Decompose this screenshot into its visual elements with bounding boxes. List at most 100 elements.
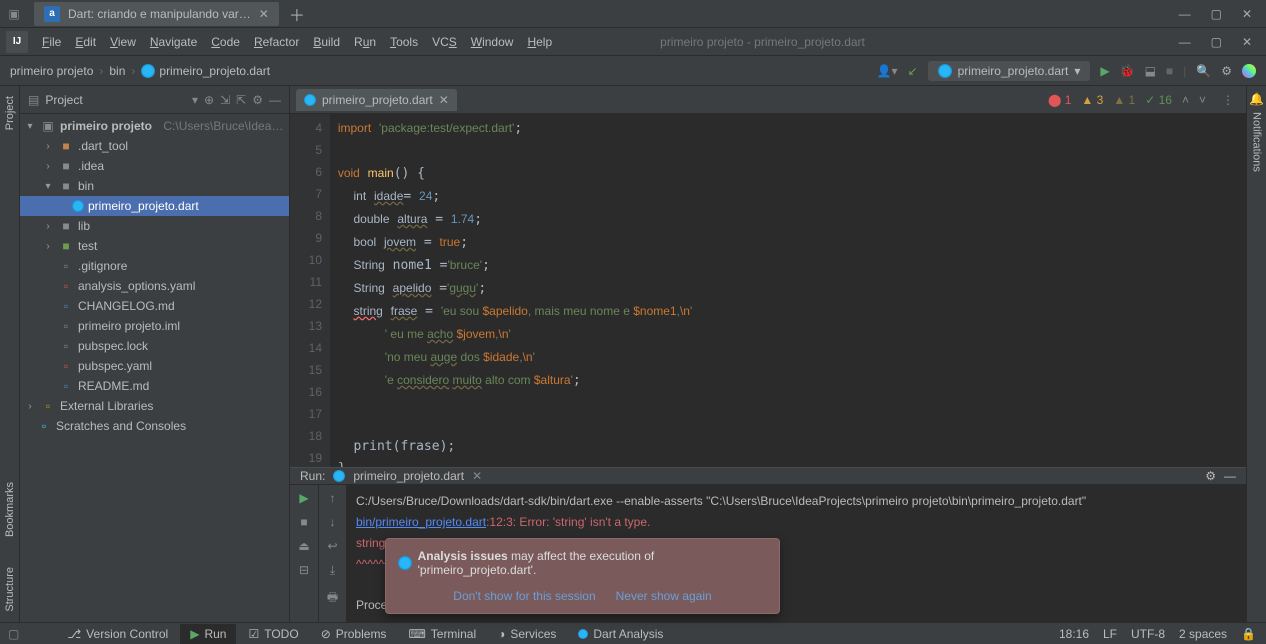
tree-item[interactable]: lib — [78, 219, 90, 233]
encoding[interactable]: UTF-8 — [1131, 627, 1165, 641]
editor-tab[interactable]: primeiro_projeto.dart ✕ — [296, 89, 457, 111]
notifications-bell-icon[interactable]: 🔔 — [1249, 92, 1264, 106]
debug-button[interactable]: 🐞 — [1120, 64, 1135, 78]
sb-tab-services[interactable]: ◑Services — [488, 624, 566, 644]
up-icon[interactable]: ↑ — [330, 491, 336, 505]
tree-item[interactable]: analysis_options.yaml — [78, 279, 195, 293]
inspection-widget[interactable]: ⬤ 1 ▲ 3 ▲ 1 ✓ 16 ˄˅ — [1048, 93, 1216, 107]
stop-icon[interactable]: ■ — [300, 515, 307, 529]
tree-item[interactable]: pubspec.yaml — [78, 359, 152, 373]
marketplace-icon[interactable] — [1242, 64, 1256, 78]
menu-window[interactable]: Window — [465, 31, 520, 53]
browser-tab[interactable]: a Dart: criando e manipulando var… ✕ — [34, 2, 279, 26]
coverage-button[interactable]: ⬓ — [1145, 64, 1156, 78]
exit-icon[interactable]: ⏏ — [298, 539, 309, 553]
scroll-icon[interactable]: ⤓ — [330, 563, 335, 578]
tree-item[interactable]: README.md — [78, 379, 149, 393]
close-tab-icon[interactable]: ✕ — [439, 93, 449, 107]
editor-menu-icon[interactable]: ⋮ — [1216, 93, 1240, 107]
indent[interactable]: 2 spaces — [1179, 627, 1227, 641]
vcs-update-icon[interactable]: ↙ — [908, 64, 918, 78]
file-icon: ▫ — [58, 339, 74, 353]
ide-maximize-icon[interactable]: ▢ — [1211, 35, 1222, 49]
restore-tabs-icon[interactable]: ▣ — [6, 6, 22, 22]
tree-item[interactable]: Scratches and Consoles — [56, 419, 186, 433]
code-editor[interactable]: 45678910111213141516171819 import 'packa… — [290, 114, 1246, 467]
menu-build[interactable]: Build — [307, 31, 346, 53]
expand-all-icon[interactable]: ⇲ — [220, 93, 230, 107]
run-config-select[interactable]: primeiro_projeto.dart ▾ — [928, 61, 1091, 81]
sb-tab-terminal[interactable]: ⌨Terminal — [398, 624, 486, 644]
cursor-pos[interactable]: 18:16 — [1059, 627, 1089, 641]
tree-item[interactable]: pubspec.lock — [78, 339, 148, 353]
tree-item[interactable]: .idea — [78, 159, 104, 173]
stop-button[interactable]: ■ — [1166, 64, 1173, 78]
close-run-tab-icon[interactable]: ✕ — [472, 469, 482, 483]
structure-tool-tab[interactable]: Structure — [4, 567, 16, 612]
project-tree[interactable]: ▾▣primeiro projeto C:\Users\Bruce\Idea… … — [20, 114, 289, 622]
run-settings-icon[interactable]: ⚙ — [1205, 469, 1216, 483]
tool-windows-icon[interactable]: ▢ — [0, 627, 27, 641]
code-area[interactable]: import 'package:test/expect.dart'; void … — [330, 114, 1246, 467]
minimize-icon[interactable]: — — [1179, 7, 1191, 21]
close-window-icon[interactable]: ✕ — [1242, 7, 1252, 21]
settings-icon[interactable]: ⚙ — [1221, 64, 1232, 78]
new-tab-button[interactable]: ＋ — [289, 2, 305, 26]
tree-item[interactable]: .dart_tool — [78, 139, 128, 153]
tree-item[interactable]: CHANGELOG.md — [78, 299, 175, 313]
ide-minimize-icon[interactable]: — — [1179, 35, 1191, 49]
menu-file[interactable]: File — [36, 31, 67, 53]
user-icon[interactable]: 👤▾ — [877, 64, 898, 78]
breadcrumb[interactable]: primeiro projeto › bin › primeiro_projet… — [10, 64, 270, 78]
wrap-icon[interactable]: ↩ — [327, 539, 337, 553]
down-icon[interactable]: ↓ — [330, 515, 336, 529]
breadcrumb-root[interactable]: primeiro projeto — [10, 64, 93, 78]
run-button[interactable]: ▶ — [1100, 64, 1109, 78]
sb-tab-problems[interactable]: ⊘Problems — [311, 624, 397, 644]
collapse-all-icon[interactable]: ⇱ — [236, 93, 246, 107]
project-tool-tab[interactable]: Project — [4, 96, 16, 130]
panel-hide-icon[interactable]: — — [269, 93, 281, 107]
print-icon[interactable]: 🖶 — [327, 588, 338, 609]
panel-settings-icon[interactable]: ⚙ — [252, 93, 263, 107]
tree-item[interactable]: External Libraries — [60, 399, 153, 413]
select-opened-icon[interactable]: ⊕ — [204, 93, 214, 107]
tree-root[interactable]: primeiro projeto — [60, 119, 152, 133]
menu-code[interactable]: Code — [205, 31, 246, 53]
menu-vcs[interactable]: VCS — [426, 31, 463, 53]
bookmarks-tool-tab[interactable]: Bookmarks — [4, 482, 16, 537]
ide-logo-icon[interactable]: IJ — [6, 31, 28, 53]
tree-item[interactable]: .gitignore — [78, 259, 127, 273]
menu-help[interactable]: Help — [521, 31, 558, 53]
tree-item[interactable]: primeiro projeto.iml — [78, 319, 180, 333]
sb-tab-todo[interactable]: ☑TODO — [238, 624, 308, 644]
menu-run[interactable]: Run — [348, 31, 382, 53]
maximize-icon[interactable]: ▢ — [1211, 7, 1222, 21]
ide-close-icon[interactable]: ✕ — [1242, 35, 1252, 49]
breadcrumb-file[interactable]: primeiro_projeto.dart — [159, 64, 270, 78]
menu-edit[interactable]: Edit — [69, 31, 102, 53]
run-hide-icon[interactable]: — — [1224, 469, 1236, 483]
tree-file-selected[interactable]: primeiro_projeto.dart — [88, 199, 199, 213]
lock-icon[interactable]: 🔒 — [1241, 627, 1256, 641]
popup-never-show[interactable]: Never show again — [616, 589, 712, 603]
menu-navigate[interactable]: Navigate — [144, 31, 203, 53]
tree-item[interactable]: test — [78, 239, 97, 253]
sb-tab-run[interactable]: ▶Run — [180, 624, 236, 644]
tree-item[interactable]: bin — [78, 179, 94, 193]
popup-dont-show-session[interactable]: Don't show for this session — [453, 589, 595, 603]
sb-tab-dart[interactable]: Dart Analysis — [568, 624, 673, 644]
search-icon[interactable]: 🔍 — [1196, 64, 1211, 78]
console-link[interactable]: bin/primeiro_projeto.dart — [356, 515, 486, 529]
menu-view[interactable]: View — [104, 31, 142, 53]
menu-refactor[interactable]: Refactor — [248, 31, 305, 53]
sb-tab-vcs[interactable]: ⎇Version Control — [57, 624, 178, 644]
rerun-icon[interactable]: ▶ — [299, 491, 308, 505]
panel-dropdown-icon[interactable]: ▾ — [192, 93, 198, 107]
menu-tools[interactable]: Tools — [384, 31, 424, 53]
close-tab-icon[interactable]: ✕ — [259, 7, 269, 21]
breadcrumb-folder[interactable]: bin — [109, 64, 125, 78]
layout-icon[interactable]: ⊟ — [299, 563, 309, 577]
line-sep[interactable]: LF — [1103, 627, 1117, 641]
notifications-tool-tab[interactable]: Notifications — [1251, 112, 1263, 172]
